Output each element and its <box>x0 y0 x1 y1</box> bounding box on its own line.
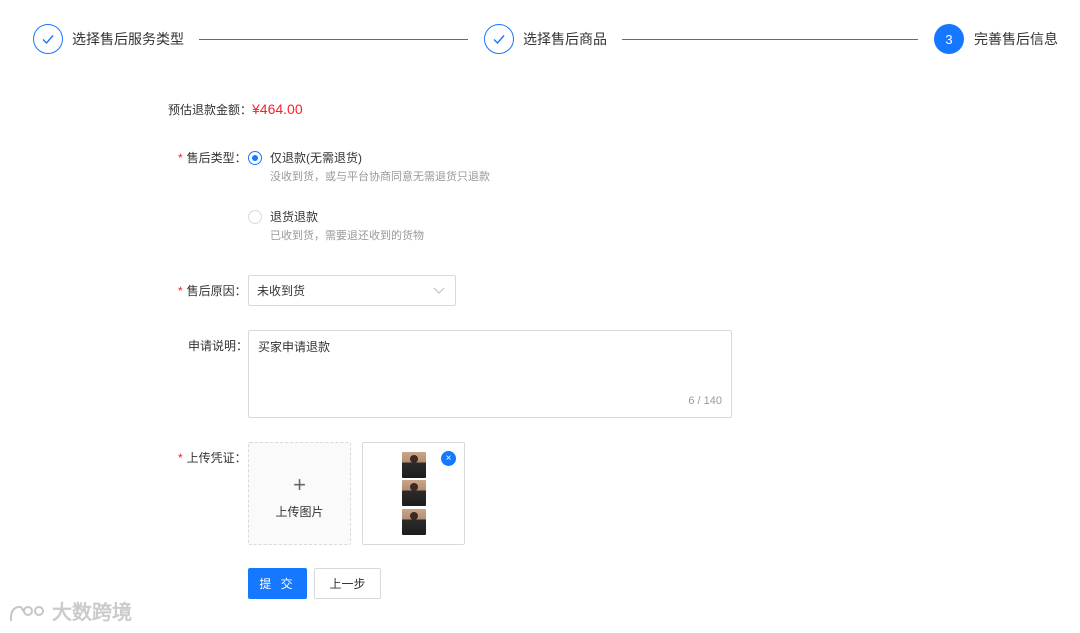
required-mark: * <box>178 284 183 298</box>
step-1-check-icon <box>33 24 63 54</box>
chevron-down-icon <box>433 287 445 294</box>
upload-image-button[interactable]: + 上传图片 <box>248 442 351 545</box>
proof-label-text: 上传凭证： <box>186 451 247 465</box>
service-type-label: * 售后类型： <box>178 149 247 167</box>
step-2-connector <box>622 39 918 40</box>
required-mark: * <box>178 451 183 465</box>
step-1-connector <box>199 39 468 40</box>
remove-image-icon[interactable]: × <box>441 451 456 466</box>
step-3-number: 3 <box>934 24 964 54</box>
reason-select[interactable]: 未收到货 <box>248 275 456 306</box>
option-refund-only-title[interactable]: 仅退款(无需退货) <box>270 149 362 167</box>
required-mark: * <box>178 151 183 165</box>
upload-image-text: 上传图片 <box>275 505 324 519</box>
refund-amount-label: 预估退款金额： <box>168 103 253 117</box>
proof-label: * 上传凭证： <box>178 449 247 467</box>
previous-step-button[interactable]: 上一步 <box>314 568 381 599</box>
step-3-title: 完善售后信息 <box>974 31 1058 47</box>
option-refund-only-desc: 没收到货，或与平台协商同意无需退货只退款 <box>270 171 490 183</box>
step-2-title: 选择售后商品 <box>523 31 607 47</box>
reason-label: * 售后原因： <box>178 282 247 300</box>
step-2-check-icon <box>484 24 514 54</box>
steps-bar: 选择售后服务类型 选择售后商品 3 完善售后信息 <box>0 0 1080 80</box>
radio-refund-only[interactable] <box>248 151 262 165</box>
description-value: 买家申请退款 <box>258 340 331 354</box>
submit-button[interactable]: 提 交 <box>248 568 307 599</box>
radio-return-refund[interactable] <box>248 210 262 224</box>
description-textarea[interactable]: 买家申请退款 6 / 140 <box>248 330 732 418</box>
reason-label-text: 售后原因： <box>186 284 247 298</box>
uploaded-photo <box>402 480 426 506</box>
watermark-text: 大数跨境 <box>52 602 132 624</box>
uploaded-photo <box>402 509 426 535</box>
service-type-label-text: 售后类型： <box>186 151 247 165</box>
description-char-count: 6 / 140 <box>688 395 722 407</box>
plus-icon: + <box>293 472 306 497</box>
refund-amount-value: ¥464.00 <box>252 101 303 117</box>
option-return-refund-desc: 已收到货，需要退还收到的货物 <box>270 230 424 242</box>
description-label: 申请说明： <box>188 339 249 353</box>
uploaded-image-card[interactable]: × <box>362 442 465 545</box>
uploaded-photo <box>402 452 426 478</box>
option-return-refund-title[interactable]: 退货退款 <box>270 208 318 226</box>
watermark-logo-icon <box>9 605 44 622</box>
refund-amount-row: 预估退款金额：¥464.00 <box>168 100 303 119</box>
step-1-title: 选择售后服务类型 <box>72 31 184 47</box>
reason-select-value: 未收到货 <box>257 284 306 298</box>
